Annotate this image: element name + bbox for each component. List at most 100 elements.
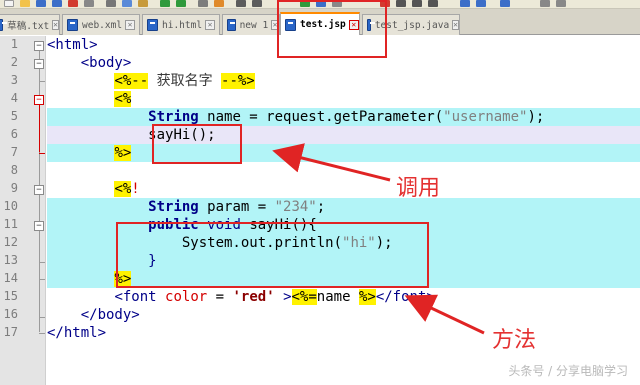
file-icon [147, 19, 158, 31]
macro-play-icon[interactable] [412, 0, 422, 7]
code-tag: </font> [375, 289, 435, 305]
replace-icon[interactable] [214, 0, 224, 7]
find-icon[interactable] [198, 0, 208, 7]
fold-collapse-icon[interactable]: − [34, 95, 44, 105]
code-token: %> [358, 289, 376, 305]
code-token: name = request.getParameter( [198, 109, 444, 125]
tab-label: hi.html [162, 19, 203, 31]
macro-run-icon[interactable] [428, 0, 438, 7]
line-number: 10 [3, 199, 18, 213]
save-icon[interactable] [36, 0, 46, 7]
code-token: <%-- [114, 73, 149, 89]
fold-collapse-icon[interactable]: − [34, 185, 44, 195]
line-number: 14 [3, 271, 18, 285]
active-tab-highlight-box [277, 0, 387, 58]
code-token: <% [114, 181, 132, 197]
code-token: ! [131, 181, 140, 197]
macro-stop-icon[interactable] [396, 0, 406, 7]
code-string: "234" [274, 199, 317, 215]
code-keyword: String [148, 109, 199, 125]
line-number: 17 [3, 325, 18, 339]
tab-web-xml[interactable]: web.xml ✕ [62, 14, 140, 35]
watermark: 头条号 / 分享电脑学习 [508, 364, 628, 378]
line-number: 5 [10, 109, 18, 123]
close-tab-icon[interactable]: ✕ [452, 20, 459, 30]
file-icon [227, 19, 236, 31]
print-icon[interactable] [84, 0, 94, 7]
tab-label: 草稿.txt [7, 21, 50, 32]
code-token: <% [114, 91, 132, 107]
new-file-icon[interactable] [4, 0, 14, 7]
undo-icon[interactable] [160, 0, 170, 7]
fold-tick [39, 81, 45, 82]
code-line-4: <% [47, 90, 640, 108]
code-line-6: sayHi(); [47, 126, 640, 144]
code-string: 'red' [232, 289, 275, 305]
line-number: 9 [10, 181, 18, 195]
fold-tick [39, 317, 45, 318]
tab-hi-html[interactable]: hi.html ✕ [142, 14, 220, 35]
code-token: > [274, 289, 292, 305]
copy-icon[interactable] [122, 0, 132, 7]
fold-tick [39, 262, 45, 263]
close-tab-icon[interactable]: ✕ [52, 20, 59, 30]
line-number: 13 [3, 253, 18, 267]
code-tag: </html> [47, 325, 107, 341]
code-token: ); [527, 109, 545, 125]
code-editor[interactable]: 1 2 3 4 5 6 7 8 9 10 11 12 13 14 15 16 1… [0, 36, 640, 385]
code-line-16: </body> [47, 306, 640, 324]
code-token: param = [198, 199, 275, 215]
function-list-icon[interactable] [476, 0, 486, 7]
plugin-icon[interactable] [556, 0, 566, 7]
code-token: <html> [47, 37, 98, 53]
call-highlight-box [152, 124, 242, 164]
line-number-gutter: 1 2 3 4 5 6 7 8 9 10 11 12 13 14 15 16 1… [0, 36, 46, 385]
paste-icon[interactable] [138, 0, 148, 7]
line-number: 7 [10, 145, 18, 159]
code-comment: 获取名字 [148, 73, 222, 89]
file-icon [0, 19, 8, 31]
zoom-in-icon[interactable] [236, 0, 246, 7]
line-number: 1 [10, 37, 18, 51]
tab-draft-txt[interactable]: 草稿.txt ✕ [0, 14, 60, 35]
code-tag: <font [114, 289, 157, 305]
code-line-7: %> [47, 144, 640, 162]
close-tab-icon[interactable]: ✕ [205, 20, 216, 30]
cut-icon[interactable] [106, 0, 116, 7]
code-tag: </body> [80, 307, 140, 323]
code-line-17: </html> [47, 324, 640, 342]
fold-line [39, 104, 40, 152]
code-token: name [316, 289, 359, 305]
code-line-10: String param = "234"; [47, 198, 640, 216]
fold-collapse-icon[interactable]: − [34, 41, 44, 51]
code-token: ; [316, 199, 326, 215]
fold-collapse-icon[interactable]: − [34, 59, 44, 69]
code-line-9: <%! [47, 180, 640, 198]
code-token: --%> [221, 73, 255, 89]
code-line-15: <font color = 'red' ><%=name %></font> [47, 288, 640, 306]
code-attribute: color [165, 289, 208, 305]
open-file-icon[interactable] [20, 0, 30, 7]
fold-collapse-icon[interactable]: − [34, 221, 44, 231]
close-tab-icon[interactable]: ✕ [125, 20, 136, 30]
tab-new-1[interactable]: new 1 ✕ [222, 14, 280, 35]
code-line-5: String name = request.getParameter("user… [47, 108, 640, 126]
line-number: 15 [3, 289, 18, 303]
save-all-icon[interactable] [52, 0, 62, 7]
method-highlight-box [116, 222, 429, 288]
fold-tick [39, 153, 45, 154]
code-token: <body> [80, 55, 132, 71]
redo-icon[interactable] [176, 0, 186, 7]
doc-map-icon[interactable] [460, 0, 470, 7]
line-number: 6 [10, 127, 18, 141]
code-token: = [207, 289, 233, 305]
close-icon[interactable] [68, 0, 78, 7]
monitor-icon[interactable] [500, 0, 510, 7]
fold-tick [39, 333, 45, 334]
line-number: 3 [10, 73, 18, 87]
file-icon [67, 19, 78, 31]
spell-icon[interactable] [540, 0, 550, 7]
zoom-out-icon[interactable] [252, 0, 262, 7]
line-number: 12 [3, 235, 18, 249]
